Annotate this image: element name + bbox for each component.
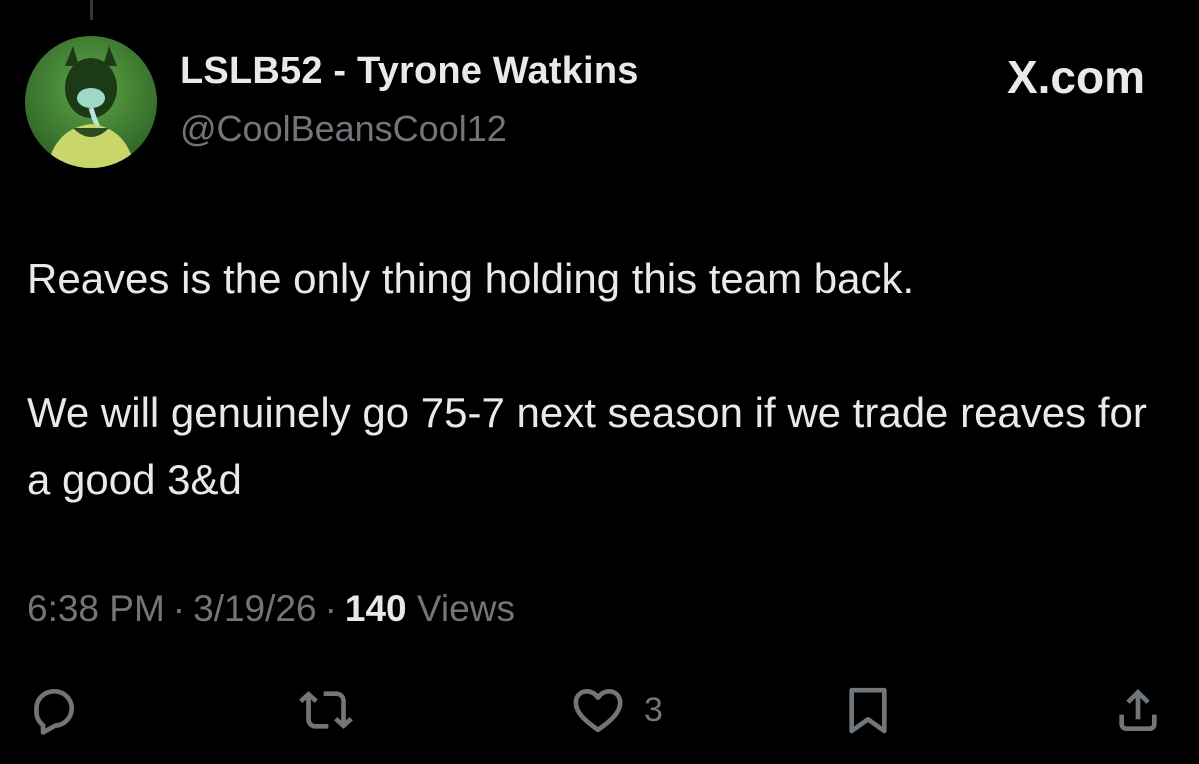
- like-count: 3: [644, 690, 663, 729]
- reply-icon: [34, 689, 75, 735]
- tweet-meta: 6:38 PM · 3/19/26 · 140 Views: [27, 588, 515, 630]
- reply-button[interactable]: [26, 680, 100, 740]
- display-name[interactable]: LSLB52 - Tyrone Watkins: [180, 50, 639, 93]
- separator: ·: [324, 588, 337, 629]
- tweet-text: Reaves is the only thing holding this te…: [27, 245, 1147, 513]
- bookmark-icon: [849, 687, 887, 734]
- tweet-paragraph: We will genuinely go 75-7 next season if…: [27, 389, 1147, 503]
- like-button[interactable]: 3: [570, 680, 663, 740]
- bookmark-button[interactable]: [840, 680, 914, 740]
- heart-icon: [573, 689, 623, 733]
- retweet-button[interactable]: [296, 680, 374, 740]
- tweet-paragraph: Reaves is the only thing holding this te…: [27, 255, 915, 302]
- tweet-date[interactable]: 3/19/26: [193, 588, 316, 629]
- views-count: 140: [344, 588, 407, 629]
- views-label: Views: [416, 588, 515, 629]
- avatar[interactable]: [25, 36, 157, 168]
- share-button[interactable]: [1110, 680, 1166, 740]
- thread-line: [90, 0, 93, 20]
- retweet-icon: [299, 691, 353, 729]
- brand-logo: X.com: [1006, 51, 1145, 103]
- separator: ·: [172, 588, 186, 629]
- tweet-time[interactable]: 6:38 PM: [27, 588, 165, 629]
- user-handle[interactable]: @CoolBeansCool12: [180, 108, 507, 150]
- action-bar: 3: [0, 680, 1199, 740]
- avatar-image: [25, 36, 157, 168]
- share-icon: [1119, 689, 1157, 731]
